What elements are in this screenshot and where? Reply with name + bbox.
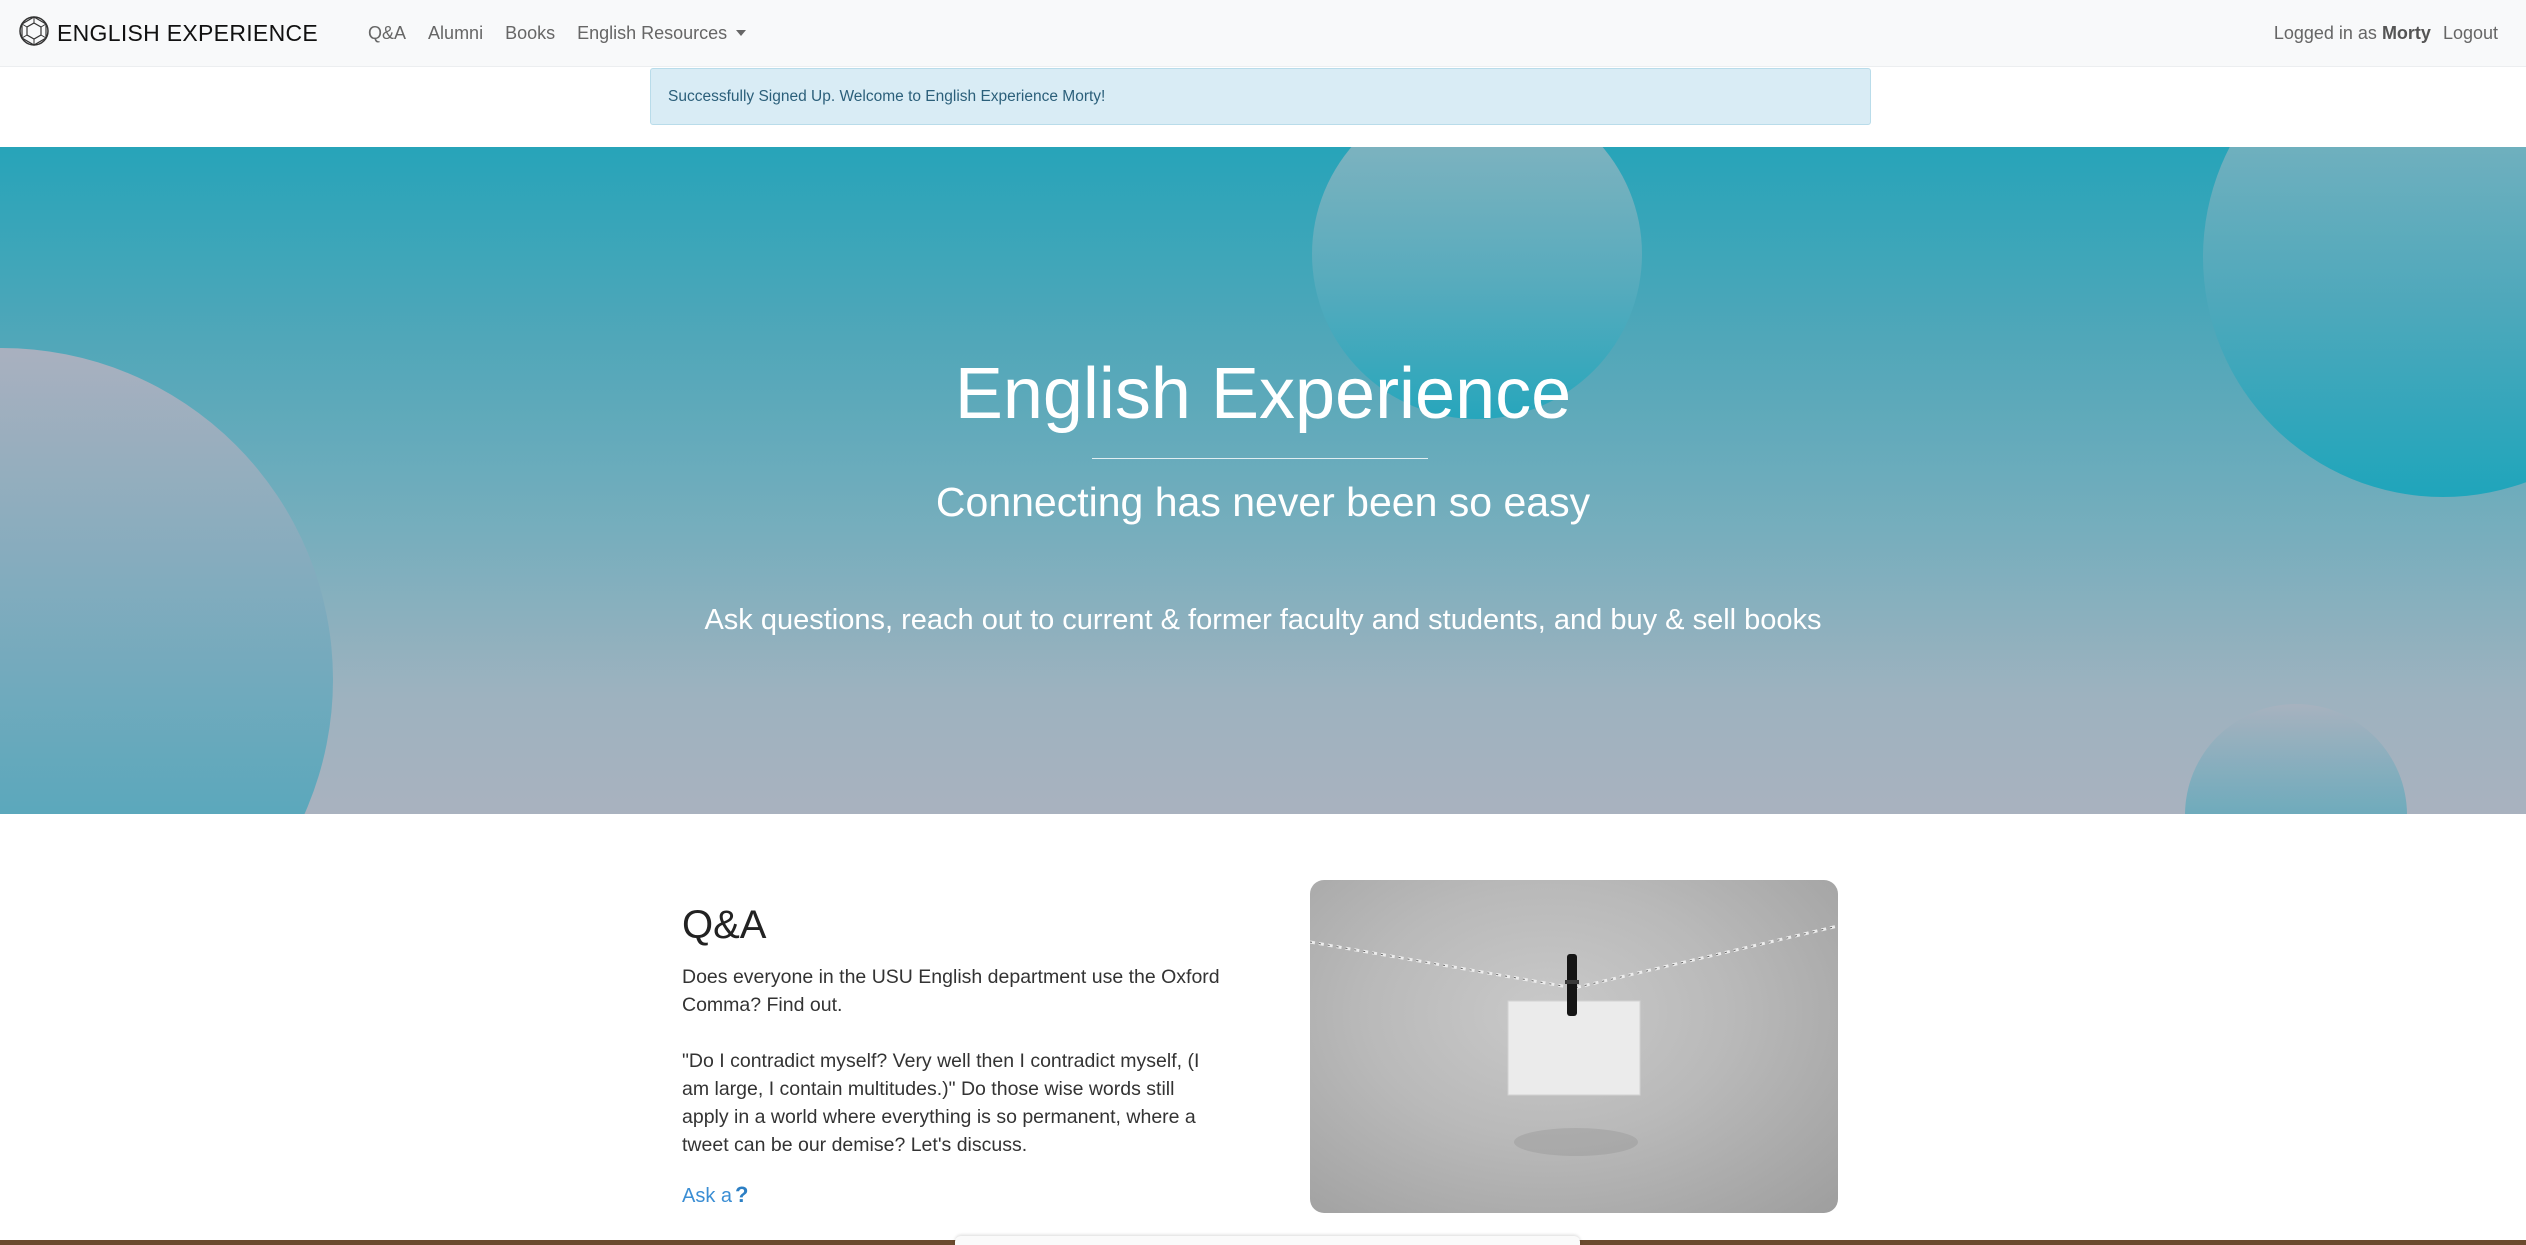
qa-section-title: Q&A: [682, 903, 767, 947]
brand-name[interactable]: ENGLISH EXPERIENCE: [57, 20, 318, 47]
nav-link-qa[interactable]: Q&A: [368, 23, 406, 44]
decorative-circle: [2185, 704, 2407, 814]
brand-link[interactable]: ENGLISH EXPERIENCE: [18, 15, 318, 52]
username: Morty: [2381, 22, 2431, 43]
hero-title: English Experience: [954, 354, 1572, 434]
clothespin-note-image: [1310, 880, 1838, 1213]
hero-subtitle: Connecting has never been so easy: [935, 479, 1591, 525]
nav-links: Q&A Alumni Books English Resources: [368, 23, 768, 44]
footer-card-edge: [955, 1236, 1580, 1245]
nav-link-alumni[interactable]: Alumni: [428, 23, 483, 44]
ask-question-link[interactable]: Ask a?: [682, 1181, 748, 1210]
ask-link-label: Ask a: [682, 1185, 733, 1207]
hero-divider: [1092, 458, 1428, 459]
user-status: Logged in as Morty Logout: [2274, 23, 2498, 44]
logged-in-label: Logged in as: [2273, 22, 2377, 43]
nav-link-books[interactable]: Books: [505, 23, 555, 44]
decorative-circle: [2203, 147, 2526, 497]
nav-dropdown-english-resources[interactable]: English Resources: [577, 23, 746, 44]
question-mark-icon: ?: [735, 1182, 749, 1207]
hero-banner: English Experience Connecting has never …: [0, 147, 2526, 814]
qa-paragraph: "Do I contradict myself? Very well then …: [682, 1050, 1200, 1156]
alert-message: Successfully Signed Up. Welcome to Engli…: [668, 87, 1106, 105]
top-navbar: ENGLISH EXPERIENCE Q&A Alumni Books Engl…: [0, 0, 2526, 67]
hero-description: Ask questions, reach out to current & fo…: [704, 604, 1822, 636]
qa-paragraph: Does everyone in the USU English departm…: [682, 966, 1220, 1016]
geodesic-logo-icon: [18, 15, 50, 52]
logout-link[interactable]: Logout: [2443, 23, 2498, 44]
signup-success-alert: Successfully Signed Up. Welcome to Engli…: [650, 68, 1871, 125]
